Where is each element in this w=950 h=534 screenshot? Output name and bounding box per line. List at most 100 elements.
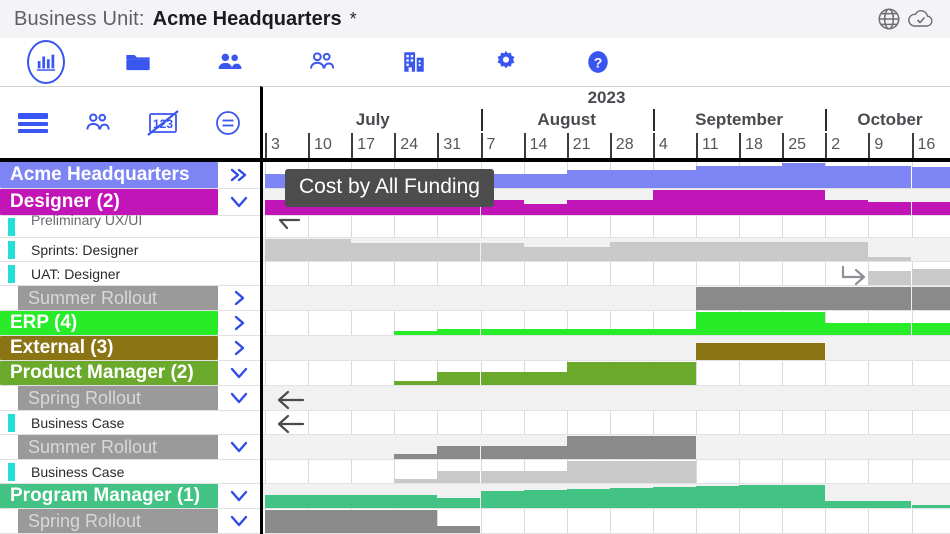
gantt-bar-segment[interactable] <box>566 362 610 385</box>
gantt-bar-segment[interactable] <box>480 471 524 483</box>
gantt-bar-segment[interactable] <box>652 170 696 188</box>
row-label-business-case-1[interactable]: Business Case <box>0 411 260 435</box>
row-label-acme-headquarters[interactable]: Acme Headquarters <box>0 162 260 189</box>
toggle-numbers-button[interactable]: 123 <box>130 87 195 159</box>
gantt-bar-segment[interactable] <box>609 329 653 335</box>
gantt-bar-segment[interactable] <box>739 190 783 215</box>
gantt-bar-segment[interactable] <box>652 436 696 459</box>
gantt-bar-segment[interactable] <box>437 372 481 385</box>
gantt-bar-segment[interactable] <box>911 202 950 215</box>
gantt-bar-segment[interactable] <box>868 271 912 285</box>
gantt-bar-segment[interactable] <box>437 329 481 335</box>
gantt-bar-segment[interactable] <box>911 505 950 508</box>
gantt-bar-segment[interactable] <box>480 243 524 261</box>
gantt-bar-segment[interactable] <box>480 446 524 459</box>
gantt-bar-segment[interactable] <box>782 163 826 188</box>
gantt-bar-segment[interactable] <box>911 287 950 310</box>
gantt-bar-segment[interactable] <box>609 488 653 508</box>
row-label-business-case-2[interactable]: Business Case <box>0 460 260 484</box>
gantt-bar-segment[interactable] <box>652 362 696 385</box>
gantt-bar-segment[interactable] <box>437 498 481 508</box>
gantt-bar-segment[interactable] <box>825 166 869 188</box>
gantt-bar-segment[interactable] <box>265 239 309 261</box>
gantt-bar-segment[interactable] <box>868 202 912 215</box>
row-label-program-manager[interactable]: Program Manager (1) <box>0 484 260 509</box>
gantt-bar-segment[interactable] <box>308 510 352 533</box>
cloud-check-icon[interactable] <box>906 6 936 32</box>
row-label-summer-rollout-2[interactable]: Summer Rollout <box>0 435 260 460</box>
gantt-bar-segment[interactable] <box>696 190 740 215</box>
gantt-bar-segment[interactable] <box>696 343 740 360</box>
gantt-bar-segment[interactable] <box>480 372 524 385</box>
gantt-bar-segment[interactable] <box>265 495 309 508</box>
gantt-bar-segment[interactable] <box>566 247 610 261</box>
gantt-bar-segment[interactable] <box>782 485 826 508</box>
gantt-bar-segment[interactable] <box>480 329 524 335</box>
toolbar-people-filled-button[interactable] <box>184 38 276 86</box>
gantt-bar-segment[interactable] <box>351 495 395 508</box>
expand-collapse-spring-rollout-2[interactable] <box>218 509 260 533</box>
toolbar-people-outline-button[interactable] <box>276 38 368 86</box>
gantt-bar-segment[interactable] <box>782 242 826 261</box>
gantt-bar-segment[interactable] <box>739 166 783 188</box>
gantt-bar-segment[interactable] <box>825 323 869 335</box>
gantt-bar-segment[interactable] <box>696 166 740 188</box>
gantt-bar-segment[interactable] <box>652 242 696 261</box>
gantt-bar-segment[interactable] <box>523 490 567 508</box>
expand-collapse-external[interactable] <box>218 336 260 360</box>
gantt-bar-segment[interactable] <box>652 329 696 335</box>
gantt-bar-segment[interactable] <box>739 343 783 360</box>
gantt-bar-segment[interactable] <box>523 204 567 215</box>
gantt-bar-segment[interactable] <box>739 312 783 335</box>
gantt-bar-segment[interactable] <box>566 200 610 215</box>
view-people-button[interactable] <box>65 87 130 159</box>
row-label-summer-rollout-1[interactable]: Summer Rollout <box>0 286 260 311</box>
gantt-bar-segment[interactable] <box>566 436 610 459</box>
toolbar-folder-button[interactable] <box>92 38 184 86</box>
gantt-bar-segment[interactable] <box>868 166 912 188</box>
gantt-bar-segment[interactable] <box>566 489 610 508</box>
gantt-bar-segment[interactable] <box>696 312 740 335</box>
gantt-bar-segment[interactable] <box>739 242 783 261</box>
gantt-bar-segment[interactable] <box>523 174 567 188</box>
gantt-bar-segment[interactable] <box>394 510 438 533</box>
row-label-sprints-designer[interactable]: Sprints: Designer <box>0 238 260 262</box>
expand-collapse-product-manager[interactable] <box>218 361 260 385</box>
gantt-bar-segment[interactable] <box>351 510 395 533</box>
gantt-bar-segment[interactable] <box>868 257 912 261</box>
gantt-bar-segment[interactable] <box>782 190 826 215</box>
business-unit-value[interactable]: Acme Headquarters <box>153 8 342 31</box>
gantt-bar-segment[interactable] <box>437 446 481 459</box>
gantt-bar-segment[interactable] <box>911 167 950 188</box>
toggle-equals-button[interactable] <box>195 87 260 159</box>
view-list-button[interactable] <box>0 87 65 159</box>
gantt-bar-segment[interactable] <box>523 247 567 261</box>
gantt-bar-segment[interactable] <box>868 501 912 508</box>
gantt-bar-segment[interactable] <box>308 239 352 261</box>
gantt-bar-segment[interactable] <box>739 485 783 508</box>
gantt-bar-segment[interactable] <box>437 471 481 483</box>
gantt-bar-segment[interactable] <box>652 190 696 215</box>
row-label-spring-rollout-1[interactable]: Spring Rollout <box>0 386 260 411</box>
gantt-chart-area[interactable]: Cost by All Funding <box>260 162 950 534</box>
gantt-bar-segment[interactable] <box>523 372 567 385</box>
gantt-bar-segment[interactable] <box>782 312 826 335</box>
gantt-bar-segment[interactable] <box>911 269 950 285</box>
expand-collapse-summer-rollout-1[interactable] <box>218 286 260 310</box>
gantt-bar-segment[interactable] <box>696 486 740 508</box>
gantt-bar-segment[interactable] <box>696 287 740 310</box>
row-label-preliminary-ux-ui[interactable]: Preliminary UX/UI <box>0 212 260 238</box>
gantt-bar-segment[interactable] <box>394 381 438 385</box>
gantt-bar-segment[interactable] <box>782 343 826 360</box>
row-label-uat-designer[interactable]: UAT: Designer <box>0 262 260 286</box>
gantt-bar-segment[interactable] <box>437 526 481 533</box>
gantt-bar-segment[interactable] <box>394 454 438 459</box>
gantt-bar-segment[interactable] <box>523 329 567 335</box>
row-label-erp[interactable]: ERP (4) <box>0 311 260 336</box>
gantt-bar-segment[interactable] <box>609 362 653 385</box>
row-label-external[interactable]: External (3) <box>0 336 260 361</box>
gantt-bar-segment[interactable] <box>566 461 610 483</box>
expand-collapse-erp[interactable] <box>218 311 260 335</box>
gantt-bar-segment[interactable] <box>696 242 740 261</box>
gantt-bar-segment[interactable] <box>351 243 395 261</box>
